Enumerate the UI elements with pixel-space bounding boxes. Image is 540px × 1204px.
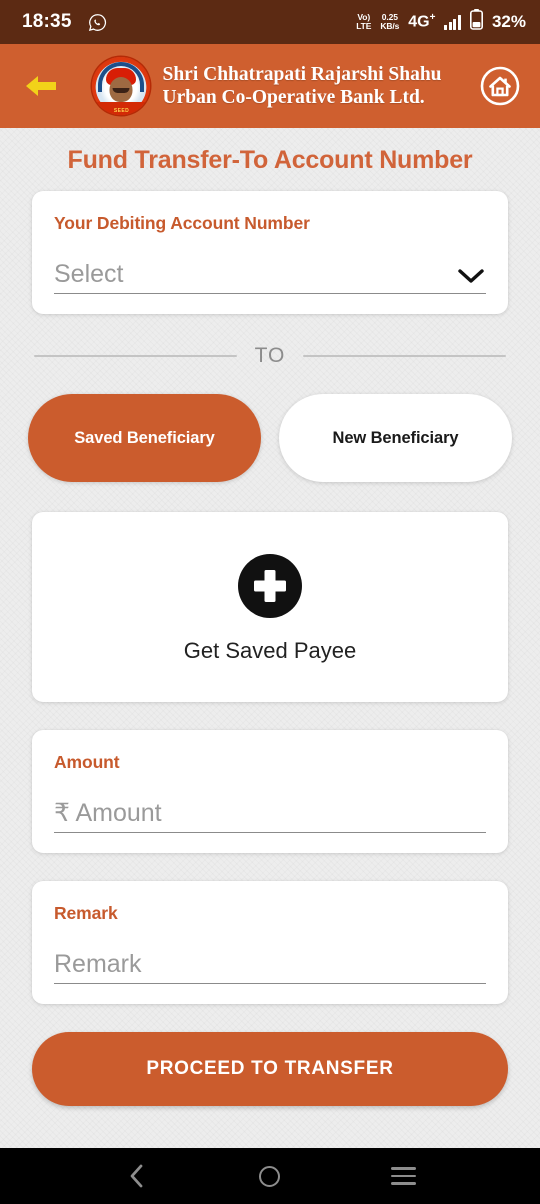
divider-line-left <box>34 355 237 357</box>
battery-icon <box>469 9 483 35</box>
debiting-account-value: Select <box>54 260 124 288</box>
to-divider: TO <box>34 344 507 368</box>
remark-label: Remark <box>54 903 118 923</box>
amount-label: Amount <box>54 752 120 772</box>
amount-field[interactable]: ₹ Amount <box>54 795 486 833</box>
debiting-account-card: Your Debiting Account Number Select <box>32 191 508 314</box>
volte-icon: Vo) LTE <box>356 12 372 31</box>
debiting-account-select[interactable]: Select <box>54 256 486 294</box>
divider-label: TO <box>254 344 286 367</box>
proceed-section: PROCEED TO TRANSFER <box>32 1004 508 1106</box>
android-nav-bar <box>0 1148 540 1204</box>
status-time: 18:35 <box>22 11 72 32</box>
page-title: Fund Transfer-To Account Number <box>67 146 473 174</box>
signal-bars-icon <box>444 14 461 30</box>
phone-screen: 18:35 Vo) LTE 0.25 KB/s 4G+ 32% SEED Shr… <box>0 0 540 1204</box>
proceed-to-transfer-button[interactable]: PROCEED TO TRANSFER <box>32 1032 508 1106</box>
get-saved-payee-card[interactable]: Get Saved Payee <box>32 512 508 702</box>
home-icon[interactable] <box>476 65 524 107</box>
status-indicators: Vo) LTE 0.25 KB/s 4G+ 32% <box>356 9 526 35</box>
bank-name: Shri Chhatrapati Rajarshi Shahu Urban Co… <box>162 63 441 109</box>
divider-line-right <box>303 355 507 357</box>
app-header: SEED Shri Chhatrapati Rajarshi Shahu Urb… <box>0 44 540 128</box>
bank-name-line2: Urban Co-Operative Bank Ltd. <box>162 87 425 108</box>
page-body: Fund Transfer-To Account Number Your Deb… <box>0 128 540 1148</box>
logo-caption: SEED <box>113 108 130 114</box>
remark-card: Remark Remark <box>32 881 508 1004</box>
network-type-label: 4G+ <box>408 12 436 31</box>
bank-brand: SEED Shri Chhatrapati Rajarshi Shahu Urb… <box>58 57 476 115</box>
battery-percent-label: 32% <box>491 12 526 31</box>
get-saved-payee-label: Get Saved Payee <box>183 638 357 663</box>
bank-name-line1: Shri Chhatrapati Rajarshi Shahu <box>162 64 442 85</box>
tab-new-beneficiary[interactable]: New Beneficiary <box>279 394 512 482</box>
tab-saved-beneficiary[interactable]: Saved Beneficiary <box>28 394 261 482</box>
remark-placeholder: Remark <box>54 950 142 978</box>
data-rate-indicator: 0.25 KB/s <box>380 12 400 31</box>
plus-circle-icon[interactable] <box>238 554 302 618</box>
beneficiary-tabs: Saved Beneficiary New Beneficiary <box>28 394 512 482</box>
chevron-down-icon <box>456 267 486 287</box>
bank-logo-icon: SEED <box>92 57 151 115</box>
remark-field[interactable]: Remark <box>54 946 486 984</box>
whatsapp-icon <box>88 13 107 32</box>
nav-recents-icon[interactable] <box>379 1152 427 1200</box>
amount-placeholder: ₹ Amount <box>54 799 162 827</box>
debiting-account-label: Your Debiting Account Number <box>54 213 310 233</box>
nav-home-icon[interactable] <box>246 1152 294 1200</box>
amount-card: Amount ₹ Amount <box>32 730 508 853</box>
status-bar: 18:35 Vo) LTE 0.25 KB/s 4G+ 32% <box>0 0 540 44</box>
nav-back-icon[interactable] <box>113 1152 161 1200</box>
